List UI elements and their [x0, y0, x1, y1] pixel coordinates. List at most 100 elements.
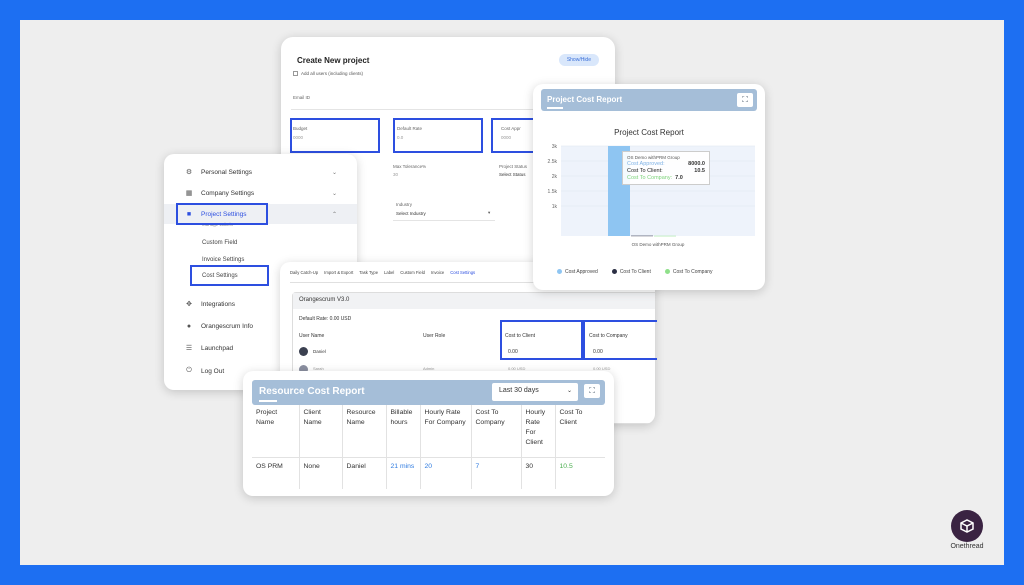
- menu-label: Company Settings: [201, 189, 255, 197]
- menu-label: Launchpad: [201, 344, 234, 352]
- tooltip-label: Cost To Client:: [627, 168, 663, 174]
- cost-settings-highlight: [190, 265, 269, 286]
- column-header[interactable]: Cost To Company: [471, 405, 522, 458]
- checkbox-icon[interactable]: [293, 71, 298, 76]
- bar-cost-to-company: [654, 235, 676, 237]
- industry-select[interactable]: Select Industry: [396, 211, 426, 216]
- x-tick-label: OS Demo withPRM Group: [632, 242, 685, 247]
- cost-appr-highlight: [491, 118, 539, 153]
- table-row: OS PRM None Daniel 21 mins 20 7 30 10.5: [252, 457, 605, 489]
- legend-cost-approved[interactable]: Cost Approved: [557, 269, 598, 275]
- title-underline: [259, 400, 277, 402]
- tooltip-label: Cost Approved:: [627, 161, 665, 167]
- table-cell: 7: [471, 457, 522, 489]
- column-header[interactable]: Resource Name: [342, 405, 387, 458]
- user-settings-icon: ⚙: [185, 169, 193, 176]
- column-header[interactable]: Billable hours: [386, 405, 421, 458]
- building-icon: ▦: [185, 190, 193, 197]
- tab-invoice[interactable]: Invoice: [431, 270, 444, 275]
- expand-icon[interactable]: ⛶: [584, 384, 600, 398]
- tab-label[interactable]: Label: [384, 270, 394, 275]
- budget-highlight: [290, 118, 380, 153]
- y-tick-label: 2k: [552, 174, 558, 180]
- column-header[interactable]: Cost To Client: [555, 405, 605, 458]
- menu-item-company-settings[interactable]: ▦ Company Settings ⌄: [164, 183, 357, 203]
- integrations-icon: ✥: [186, 301, 192, 308]
- tab-task-type[interactable]: Task Type: [359, 270, 378, 275]
- settings-tabs: Daily Catch-Up Import & Export Task Type…: [290, 270, 475, 275]
- show-hide-button[interactable]: Show/Hide: [558, 54, 599, 66]
- table-cell: 20: [420, 457, 472, 489]
- email-label: Email ID: [293, 95, 311, 100]
- info-icon: ●: [186, 322, 192, 330]
- legend-cost-to-company[interactable]: Cost To Company: [664, 269, 713, 275]
- legend-label: Cost Approved: [565, 269, 598, 275]
- date-range-value: Last 30 days: [499, 387, 539, 394]
- project-settings-highlight: [176, 203, 268, 225]
- chevron-down-icon: ⌄: [331, 169, 337, 176]
- resource-cost-report-card: Resource Cost Report Last 30 days ⌄ ⛶ Pr…: [243, 371, 614, 496]
- logo-mark-icon: [951, 510, 983, 542]
- max-tolerance-label: Max Tolerance%: [393, 164, 427, 169]
- table-cell: OS PRM: [252, 457, 300, 489]
- avatar: [299, 347, 308, 356]
- row-user-name: Daniel: [313, 349, 326, 354]
- chart-tooltip: OS Demo withPRM Group Cost Approved: 8000…: [622, 151, 710, 185]
- tab-import-export[interactable]: Import & Export: [324, 270, 353, 275]
- y-tick-label: 1.5k: [548, 189, 558, 195]
- chevron-down-icon: ⌄: [331, 190, 337, 197]
- onethread-logo: Onethread: [946, 510, 988, 556]
- legend-cost-to-client[interactable]: Cost To Client: [611, 269, 651, 275]
- column-header[interactable]: Client Name: [299, 405, 343, 458]
- project-cost-report-card: Project Cost Report ⛶ Project Cost Repor…: [533, 84, 765, 290]
- tab-cost-settings[interactable]: Cost Settings: [450, 270, 475, 275]
- add-all-users-checkbox[interactable]: Add all users (including clients): [293, 71, 363, 76]
- bar-cost-to-client: [631, 235, 653, 237]
- legend-dot: [557, 269, 562, 274]
- cost-to-company-highlight: [583, 320, 657, 360]
- resource-cost-table: Project Name Client Name Resource Name B…: [252, 405, 605, 489]
- menu-item-personal-settings[interactable]: ⚙ Personal Settings ⌄: [164, 162, 357, 182]
- tooltip-label: Cost To Company:: [627, 175, 673, 181]
- logo-glyph-icon: [960, 519, 974, 533]
- company-name: Orangescrum V3.0: [299, 297, 350, 303]
- column-header[interactable]: Hourly Rate For Company: [420, 405, 472, 458]
- chevron-down-icon[interactable]: ▾: [488, 210, 490, 216]
- menu-label: Orangescrum Info: [201, 322, 254, 330]
- cost-to-client-highlight: [500, 320, 583, 360]
- industry-label: Industry: [396, 202, 413, 207]
- chevron-down-icon: ⌄: [566, 388, 572, 394]
- default-rate-highlight: [393, 118, 483, 153]
- column-header[interactable]: Hourly Rate For Client: [521, 405, 556, 458]
- tab-daily-catch-up[interactable]: Daily Catch-Up: [290, 270, 318, 275]
- date-range-select[interactable]: Last 30 days ⌄: [492, 383, 578, 401]
- report-header: Resource Cost Report Last 30 days ⌄ ⛶: [252, 380, 605, 405]
- column-header[interactable]: Project Name: [252, 405, 300, 458]
- legend-dot: [611, 269, 617, 274]
- default-rate-text: Default Rate: 0.00 USD: [299, 316, 352, 322]
- sub-item-custom-field[interactable]: Custom Field: [202, 240, 237, 246]
- tooltip-value: 8000.0: [688, 161, 705, 167]
- menu-label: Personal Settings: [201, 168, 252, 176]
- project-status-select[interactable]: Select Status: [499, 172, 526, 177]
- table-header-row: Project Name Client Name Resource Name B…: [252, 405, 605, 458]
- tooltip-value: 7.0: [675, 175, 683, 181]
- tab-custom-field[interactable]: Custom Field: [400, 270, 425, 275]
- y-tick-label: 2.5k: [548, 159, 558, 165]
- table-cell: None: [299, 457, 343, 489]
- tooltip-title: OS Demo withPRM Group: [627, 155, 680, 160]
- table-cell: 21 mins: [386, 457, 421, 489]
- legend-dot: [664, 269, 670, 274]
- project-cost-chart: 3k 2.5k 2k 1.5k 1k OS Demo withPRM Group: [548, 144, 755, 247]
- industry-underline: [393, 220, 495, 221]
- table-cell: 10.5: [559, 462, 573, 470]
- chevron-up-icon: ⌃: [331, 211, 337, 218]
- legend-label: Cost To Client: [619, 269, 651, 275]
- report-title: Resource Cost Report: [259, 386, 365, 397]
- add-all-users-label: Add all users (including clients): [301, 71, 364, 76]
- tooltip-row: Cost To Company: 7.0: [627, 175, 705, 182]
- col-user-name: User Name: [299, 333, 325, 339]
- sub-item-invoice-settings[interactable]: Invoice Settings: [202, 257, 244, 263]
- menu-label: Integrations: [201, 300, 235, 308]
- max-tolerance-field[interactable]: 30: [393, 172, 398, 177]
